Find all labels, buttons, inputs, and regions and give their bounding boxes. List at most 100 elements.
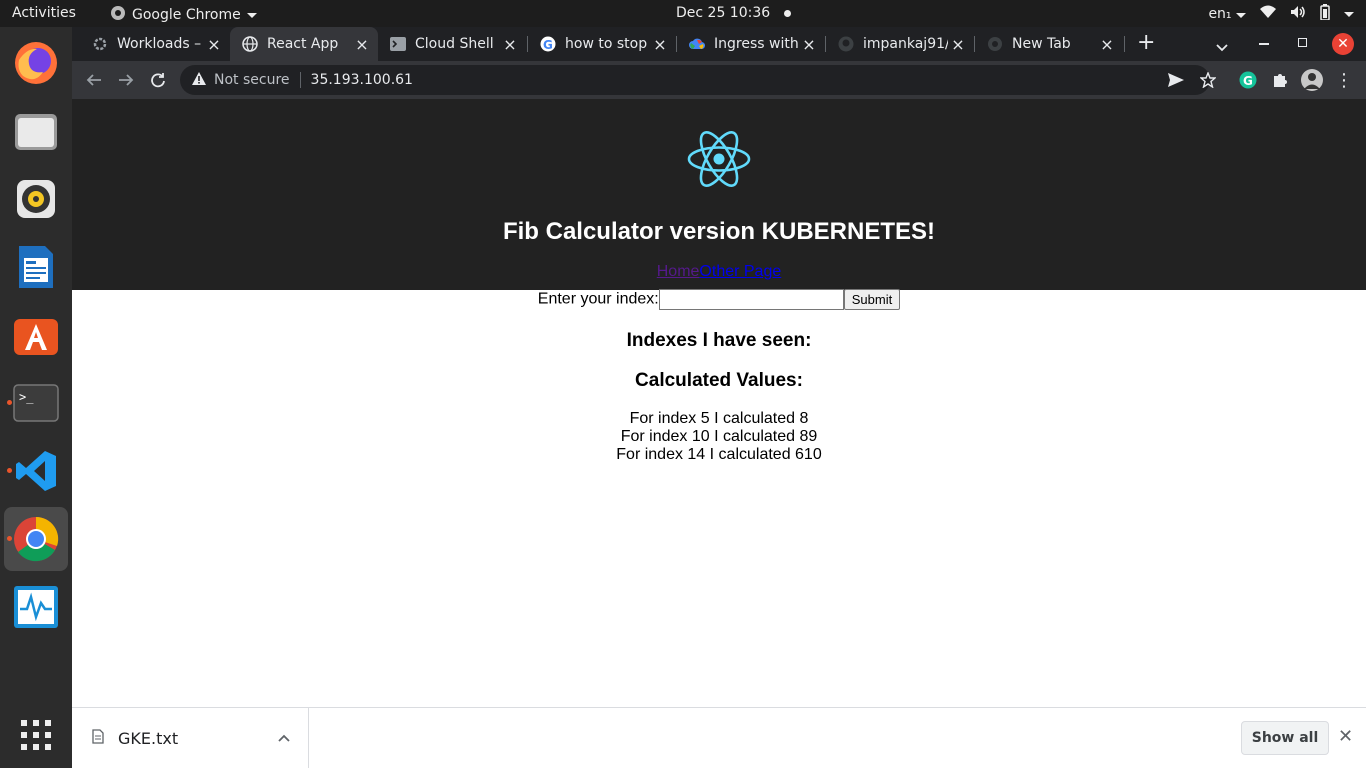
address-bar[interactable]: Not secure 35.193.100.61	[180, 65, 1210, 95]
star-icon	[1200, 72, 1216, 88]
globe-icon	[242, 36, 258, 52]
dock-system-monitor[interactable]	[4, 575, 68, 639]
send-tab-button[interactable]	[1165, 69, 1187, 91]
file-icon	[92, 728, 104, 748]
app-grid-icon	[21, 720, 51, 750]
activities-button[interactable]: Activities	[12, 5, 76, 21]
app-menu-label: Google Chrome	[132, 7, 241, 23]
chevron-down-icon	[1344, 11, 1354, 17]
tab-strip: Workloads – × React App × Cloud Shell × …	[72, 27, 1366, 61]
chrome-window: Workloads – × React App × Cloud Shell × …	[72, 27, 1366, 768]
dock-show-apps[interactable]	[4, 703, 68, 767]
puzzle-icon	[1274, 74, 1287, 87]
close-icon[interactable]: ×	[799, 35, 819, 54]
security-label[interactable]: Not secure	[214, 72, 290, 88]
grammarly-icon: G	[1239, 71, 1257, 89]
svg-text:G: G	[543, 38, 553, 52]
github-icon	[838, 36, 854, 52]
bookmark-button[interactable]	[1197, 69, 1219, 91]
reload-icon	[151, 73, 165, 88]
top-bar: Activities Google Chrome Dec 25 10:36 en…	[0, 0, 1366, 27]
running-indicator	[7, 468, 12, 473]
back-button[interactable]	[83, 69, 105, 91]
libreoffice-writer-icon	[19, 246, 53, 288]
wifi-icon	[1260, 5, 1276, 23]
software-center-icon	[14, 319, 58, 355]
profile-avatar[interactable]	[1301, 69, 1323, 91]
close-icon[interactable]: ×	[352, 35, 372, 54]
new-tab-button[interactable]: +	[1137, 30, 1155, 55]
app-menu[interactable]: Google Chrome	[110, 5, 257, 25]
clock[interactable]: Dec 25 10:36	[676, 5, 792, 21]
tab-cloud-shell[interactable]: Cloud Shell ×	[378, 27, 526, 61]
download-item[interactable]: GKE.txt	[72, 708, 309, 768]
close-icon[interactable]: ✕	[1338, 726, 1353, 747]
nav-links: HomeOther Page	[72, 263, 1366, 281]
url-text[interactable]: 35.193.100.61	[311, 72, 413, 88]
forward-button[interactable]	[115, 69, 137, 91]
system-monitor-icon	[14, 586, 58, 628]
reload-button[interactable]	[147, 69, 169, 91]
tab-search-button[interactable]	[1216, 37, 1228, 56]
values-heading: Calculated Values:	[635, 370, 803, 391]
running-indicator	[7, 536, 12, 541]
close-icon[interactable]: ×	[500, 35, 520, 54]
dock-terminal[interactable]: >_	[4, 371, 68, 435]
dock-chrome[interactable]	[4, 507, 68, 571]
language-indicator[interactable]: en₁	[1208, 6, 1246, 22]
chevron-up-icon[interactable]	[278, 730, 290, 746]
list-item: For index 14 I calculated 610	[616, 446, 822, 463]
vscode-icon	[16, 451, 56, 491]
react-logo-icon	[687, 131, 751, 187]
page-title: Fib Calculator version KUBERNETES!	[502, 218, 936, 245]
dock-writer[interactable]	[4, 235, 68, 299]
list-item: For index 5 I calculated 8	[629, 410, 809, 427]
submit-button[interactable]: Submit	[843, 289, 901, 310]
chevron-down-icon	[1236, 13, 1246, 18]
svg-text:G: G	[1243, 74, 1253, 88]
tab-how-to-stop[interactable]: G how to stop ×	[528, 27, 676, 61]
dock-firefox[interactable]	[4, 31, 68, 95]
chrome-small-icon	[987, 36, 1003, 52]
dock-files[interactable]	[4, 99, 68, 163]
tab-ingress[interactable]: Ingress with ×	[677, 27, 825, 61]
other-page-link[interactable]: Other Page	[699, 263, 781, 280]
dock: >_	[0, 27, 72, 768]
dock-rhythmbox[interactable]	[4, 167, 68, 231]
volume-icon	[1290, 5, 1306, 23]
close-icon[interactable]: ×	[204, 35, 224, 54]
grammarly-extension[interactable]: G	[1237, 69, 1259, 91]
calculated-values-list: For index 5 I calculated 8 For index 10 …	[72, 410, 1366, 464]
index-input[interactable]	[658, 289, 844, 310]
list-item: For index 10 I calculated 89	[620, 428, 818, 445]
close-window-button[interactable]: ✕	[1332, 33, 1354, 55]
indexes-heading: Indexes I have seen:	[626, 330, 812, 351]
tab-new-tab[interactable]: New Tab ×	[975, 27, 1123, 61]
show-all-button[interactable]: Show all	[1241, 721, 1329, 755]
tab-github[interactable]: impankaj91/ ×	[826, 27, 974, 61]
clock-text: Dec 25 10:36	[676, 5, 771, 21]
system-tray[interactable]: en₁	[1208, 4, 1354, 24]
dock-software[interactable]	[4, 303, 68, 367]
chrome-small-icon	[110, 5, 126, 25]
rhythmbox-icon	[17, 180, 55, 218]
minimize-button[interactable]	[1259, 43, 1269, 45]
send-icon	[1168, 73, 1184, 87]
chevron-down-icon	[246, 12, 257, 18]
chrome-menu-button[interactable]: ⋮	[1333, 69, 1355, 91]
close-icon[interactable]: ×	[948, 35, 968, 54]
extensions-button[interactable]	[1269, 69, 1291, 91]
tab-workloads[interactable]: Workloads – ×	[80, 27, 230, 61]
terminal-icon: >_	[13, 384, 59, 422]
close-icon[interactable]: ×	[650, 35, 670, 54]
close-icon[interactable]: ×	[1097, 35, 1117, 54]
google-icon: G	[540, 36, 556, 52]
index-form: Enter your index: Submit	[72, 289, 1366, 310]
home-link[interactable]: Home	[657, 263, 700, 280]
arrow-right-icon	[119, 74, 134, 86]
maximize-button[interactable]	[1298, 38, 1307, 47]
gear-icon	[92, 36, 108, 52]
arrow-left-icon	[86, 74, 101, 86]
dock-vscode[interactable]	[4, 439, 68, 503]
tab-react-app[interactable]: React App ×	[230, 27, 378, 61]
